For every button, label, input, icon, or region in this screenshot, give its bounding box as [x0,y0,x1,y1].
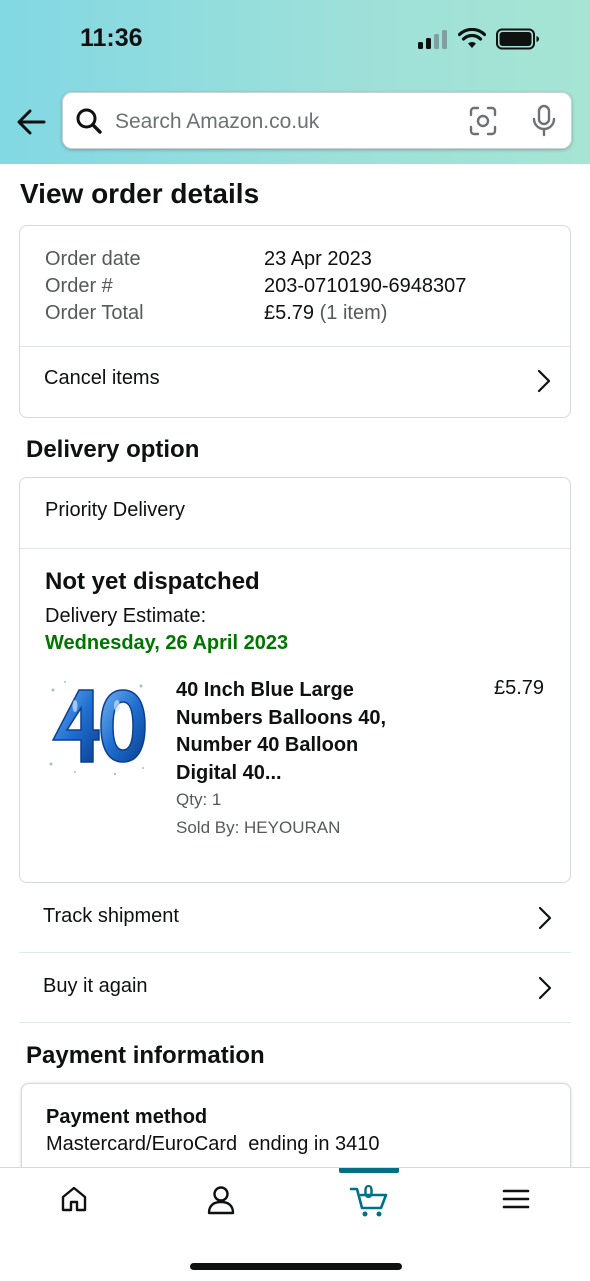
product-seller: Sold By: HEYOURAN [176,818,341,837]
cart-count-badge: 0 [363,1182,374,1202]
delivery-section-title: Delivery option [26,436,200,463]
order-item-count: (1 item) [319,302,388,324]
order-number-value: 203-0710190-6948307 [264,275,467,297]
delivery-option-label: Priority Delivery [45,499,186,521]
tab-menu[interactable] [442,1168,589,1238]
wifi-icon [458,28,486,48]
chevron-right-icon [538,976,552,1000]
menu-icon [502,1189,529,1209]
home-icon [61,1186,86,1212]
battery-icon [496,28,539,50]
search-bar[interactable] [62,92,572,149]
delivery-estimate-date: Wednesday, 26 April 2023 [45,632,289,654]
order-summary-card: Order date 23 Apr 2023 Order # 203-07101… [19,225,571,418]
product-title-link[interactable]: 40 Inch Blue Large Numbers Balloons 40, … [176,677,416,787]
product-quantity: Qty: 1 [176,790,222,809]
tab-home[interactable] [0,1168,147,1238]
bottom-tab-bar: 0 [0,1167,590,1281]
order-date-value: 23 Apr 2023 [264,248,372,270]
status-time: 11:36 [80,24,143,52]
order-number-label: Order # [45,275,113,297]
divider [20,548,570,549]
app-header: 11:36 [0,0,590,164]
camera-scan-icon[interactable] [468,105,498,137]
chevron-right-icon [538,906,552,930]
payment-section-title: Payment information [26,1042,265,1069]
delivery-card: Priority Delivery Not yet dispatched Del… [19,477,571,883]
shipment-status: Not yet dispatched [45,568,260,595]
product-image[interactable] [45,676,149,780]
chevron-right-icon [537,369,551,393]
order-total: £5.79 (1 item) [264,302,387,325]
product-price: £5.79 [494,677,545,699]
back-arrow-icon[interactable] [14,104,50,140]
microphone-icon[interactable] [531,104,557,138]
order-date-label: Order date [45,248,141,270]
search-icon [76,108,102,134]
cancel-items-row[interactable]: Cancel items [20,347,570,417]
buy-again-row[interactable]: Buy it again [19,953,571,1023]
track-shipment-row[interactable]: Track shipment [19,883,571,953]
order-total-label: Order Total [45,302,144,324]
tab-account[interactable] [147,1168,294,1238]
track-shipment-label: Track shipment [43,905,179,927]
search-input[interactable] [113,106,447,138]
page-title: View order details [20,178,260,209]
account-icon [207,1186,234,1215]
cancel-items-label: Cancel items [44,367,160,389]
payment-method-label: Payment method [46,1106,208,1128]
delivery-estimate-label: Delivery Estimate: [45,605,207,627]
order-total-value: £5.79 [264,302,315,324]
tab-cart[interactable]: 0 [295,1168,442,1238]
home-indicator[interactable] [190,1263,402,1270]
buy-again-label: Buy it again [43,975,148,997]
cellular-signal-icon [418,29,450,49]
payment-method-value: Mastercard/EuroCard ending in 3410 [46,1133,380,1155]
